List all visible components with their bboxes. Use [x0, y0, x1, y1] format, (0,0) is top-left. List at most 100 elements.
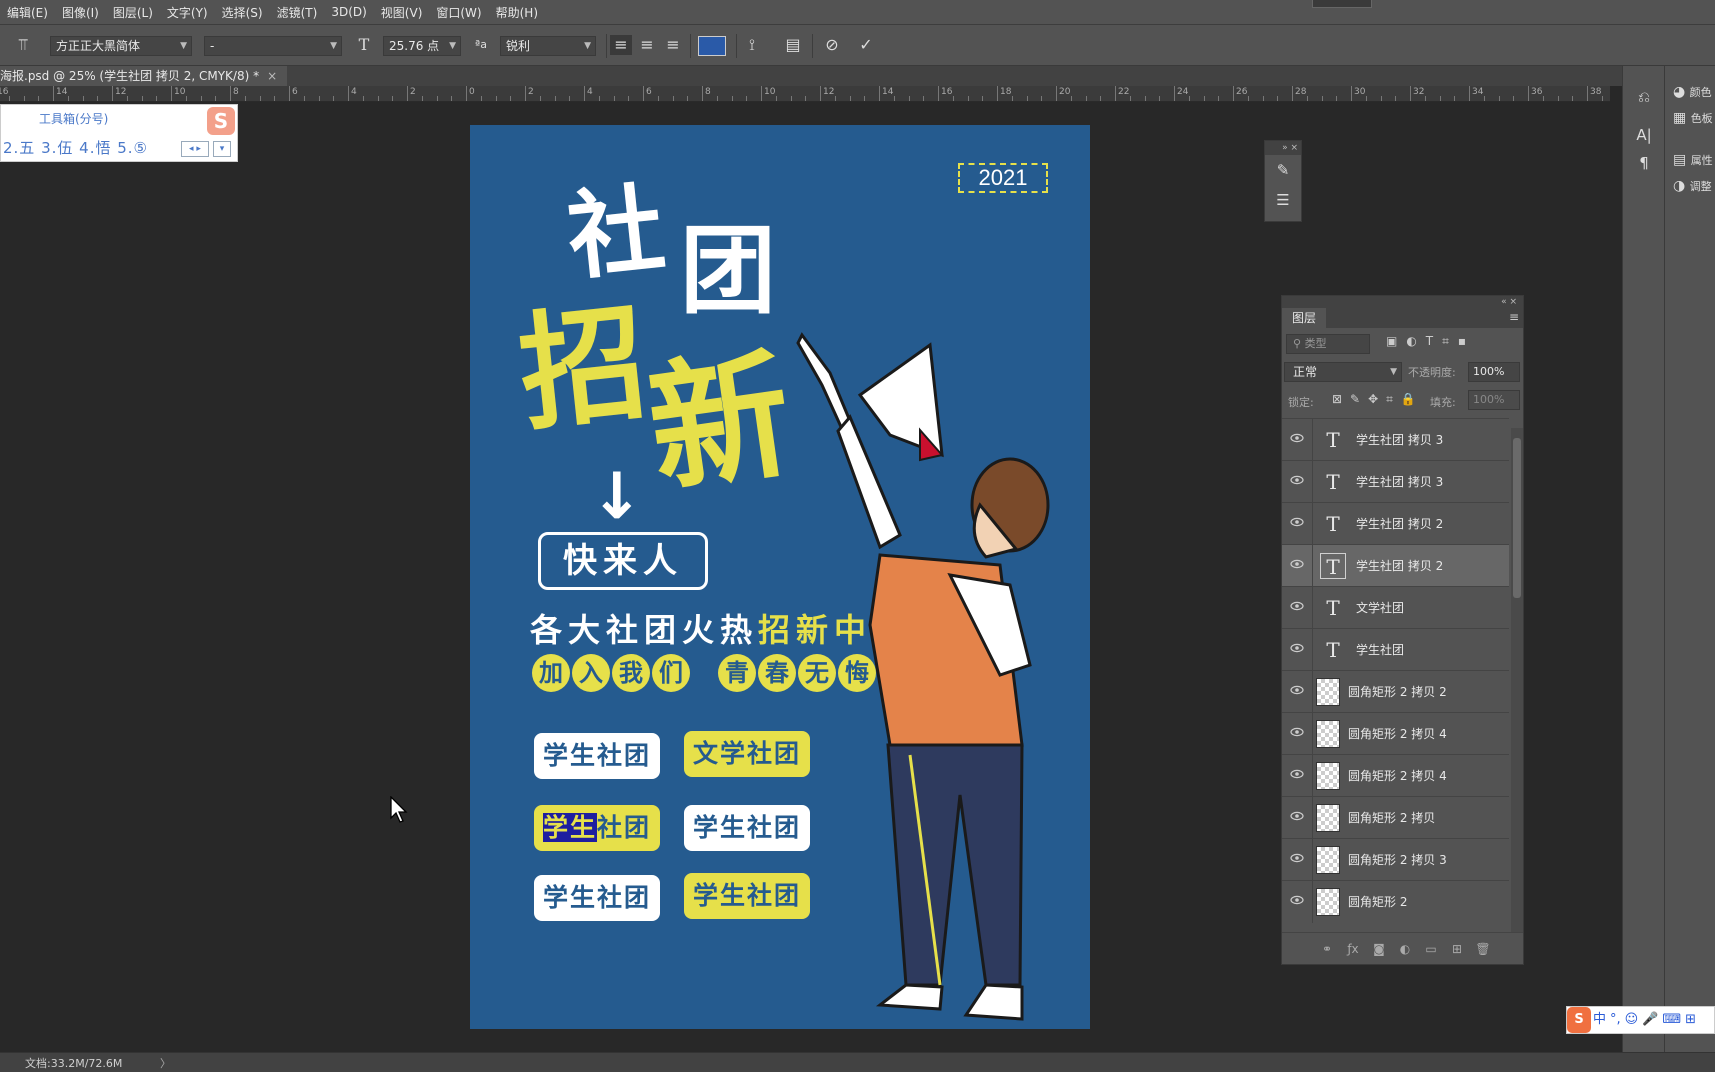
tag-student-club-1[interactable]: 学生社团	[534, 733, 660, 779]
visibility-eye-icon[interactable]	[1290, 685, 1304, 695]
character-panel-icon[interactable]: ▤	[782, 35, 804, 55]
align-right-icon[interactable]: ≡	[662, 35, 684, 55]
keyboard-icon[interactable]: ⌨	[1660, 1007, 1683, 1033]
visibility-eye-icon[interactable]	[1290, 727, 1304, 737]
blend-mode-select[interactable]: 正常 ▼	[1284, 362, 1402, 382]
menu-type[interactable]: 文字(Y)	[160, 4, 215, 21]
punctuation-icon[interactable]: °,	[1608, 1007, 1623, 1033]
new-group-icon[interactable]: ▭	[1418, 933, 1444, 965]
ime-language[interactable]: 中	[1591, 1007, 1608, 1033]
brush-settings-icon[interactable]: ✎	[1265, 155, 1301, 185]
opacity-input[interactable]: 100%	[1468, 362, 1520, 382]
lock-icons[interactable]: ⊠✎✥⌗🔒	[1332, 392, 1424, 407]
emoji-icon[interactable]: ☺	[1623, 1007, 1641, 1033]
visibility-eye-icon[interactable]	[1290, 517, 1304, 527]
add-mask-icon[interactable]: ◙	[1366, 933, 1392, 965]
align-center-icon[interactable]: ≡	[636, 35, 658, 55]
visibility-eye-icon[interactable]	[1290, 559, 1304, 569]
new-layer-icon[interactable]: ⊞	[1444, 933, 1470, 965]
visibility-eye-icon[interactable]	[1290, 475, 1304, 485]
layers-scrollbar[interactable]	[1511, 428, 1523, 932]
layer-row[interactable]: 圆角矩形 2 拷贝 4	[1282, 754, 1509, 797]
cancel-icon[interactable]: ⊘	[821, 35, 843, 55]
visibility-eye-icon[interactable]	[1290, 895, 1304, 905]
layer-row[interactable]: T 学生社团 拷贝 2	[1282, 502, 1509, 545]
ime-toolbox-label[interactable]: 工具箱(分号)	[39, 110, 108, 127]
font-family-select[interactable]: 方正正大黑简体 ▼	[50, 36, 192, 56]
adjustment-layer-icon[interactable]: ◐	[1392, 933, 1418, 965]
align-left-icon[interactable]: ≡	[610, 35, 632, 55]
font-size-select[interactable]: 25.76 点 ▼	[383, 36, 461, 56]
ruler-tick	[554, 96, 556, 101]
down-arrow-icon: ↓	[590, 460, 644, 534]
visibility-eye-icon[interactable]	[1290, 811, 1304, 821]
properties-panel-item[interactable]: ▤ 属性	[1673, 152, 1713, 168]
ime-page-arrows-icon[interactable]: ◂ ▸	[181, 141, 209, 157]
swatches-panel-item[interactable]: ▦ 色板	[1673, 110, 1713, 126]
character-icon[interactable]: A|	[1629, 126, 1659, 144]
ime-expand-icon[interactable]: ▾	[213, 141, 231, 157]
menu-filter[interactable]: 滤镜(T)	[270, 4, 325, 21]
layer-row[interactable]: T 学生社团 拷贝 3	[1282, 418, 1509, 461]
menu-help[interactable]: 帮助(H)	[489, 4, 545, 21]
tab-layers[interactable]: 图层	[1282, 308, 1327, 328]
panel-menu-icon[interactable]: ≡	[1509, 310, 1519, 324]
layer-row[interactable]: 圆角矩形 2 拷贝 3	[1282, 838, 1509, 881]
close-icon[interactable]: ×	[267, 69, 277, 83]
fx-icon[interactable]: ƒx	[1340, 933, 1366, 965]
visibility-eye-icon[interactable]	[1290, 853, 1304, 863]
menu-layer[interactable]: 图层(L)	[106, 4, 160, 21]
ruler-tick	[1026, 96, 1028, 101]
text-selection[interactable]: 学生	[542, 813, 597, 842]
color-panel-item[interactable]: ◕ 颜色	[1673, 84, 1712, 100]
layer-row[interactable]: 圆角矩形 2	[1282, 880, 1509, 923]
status-menu-arrow-icon[interactable]: 〉	[160, 1055, 171, 1071]
scrollbar-thumb[interactable]	[1513, 438, 1521, 598]
layer-filter-select[interactable]: ⚲ 类型	[1286, 334, 1370, 354]
sogou-logo-icon[interactable]: S	[1567, 1007, 1591, 1033]
link-layers-icon[interactable]: ⚭	[1314, 933, 1340, 965]
layer-row[interactable]: T 学生社团 拷贝 2	[1282, 544, 1509, 587]
panel-collapse-icon[interactable]: » ×	[1265, 141, 1301, 155]
tag-student-club-3[interactable]: 学生社团	[534, 875, 660, 921]
ruler-tick	[584, 86, 585, 101]
layer-row[interactable]: T 文学社团	[1282, 586, 1509, 629]
layer-row[interactable]: 圆角矩形 2 拷贝	[1282, 796, 1509, 839]
microphone-icon[interactable]: 🎤	[1640, 1007, 1660, 1033]
adjustments-sliders-icon[interactable]: ☰	[1265, 185, 1301, 215]
menu-select[interactable]: 选择(S)	[215, 4, 270, 21]
layer-row[interactable]: 圆角矩形 2 拷贝 2	[1282, 670, 1509, 713]
layer-row[interactable]: 圆角矩形 2 拷贝 4	[1282, 712, 1509, 755]
fill-input[interactable]: 100%	[1468, 390, 1520, 410]
text-orientation-icon[interactable]: ⫪	[12, 35, 34, 55]
menu-view[interactable]: 视图(V)	[374, 4, 430, 21]
commit-check-icon[interactable]: ✓	[855, 35, 877, 55]
tag-student-club-editing[interactable]: 学生社团	[534, 805, 660, 851]
antialias-select[interactable]: 锐利 ▼	[500, 36, 596, 56]
layer-row[interactable]: T 学生社团 拷贝 3	[1282, 460, 1509, 503]
warp-text-icon[interactable]: ⟟	[741, 35, 763, 55]
toolbox-icon[interactable]: ⊞	[1683, 1007, 1698, 1033]
ime-candidates[interactable]: 2.五 3.伍 4.悟 5.⑤	[3, 137, 148, 158]
history-icon[interactable]: ⎌	[1629, 88, 1659, 106]
text-color-swatch[interactable]	[698, 36, 726, 56]
visibility-eye-icon[interactable]	[1290, 769, 1304, 779]
layer-filter-icons[interactable]: ▣◐T⌗▪	[1386, 334, 1475, 349]
visibility-eye-icon[interactable]	[1290, 643, 1304, 653]
adjustments-panel-item[interactable]: ◑ 调整	[1673, 178, 1712, 194]
menu-window[interactable]: 窗口(W)	[429, 4, 488, 21]
font-style-select[interactable]: - ▼	[204, 36, 342, 56]
layer-row[interactable]: T 学生社团	[1282, 628, 1509, 671]
delete-layer-icon[interactable]: 🗑	[1470, 933, 1496, 965]
panel-collapse-icon[interactable]: « ×	[1282, 296, 1523, 308]
paragraph-icon[interactable]: ¶	[1629, 154, 1659, 172]
document-tab[interactable]: 海报.psd @ 25% (学生社团 拷贝 2, CMYK/8) * ×	[0, 66, 288, 86]
year-text[interactable]: 2021	[958, 163, 1048, 193]
ruler-tick	[790, 96, 792, 101]
menu-3d[interactable]: 3D(D)	[324, 5, 373, 19]
visibility-eye-icon[interactable]	[1290, 601, 1304, 611]
menu-edit[interactable]: 编辑(E)	[0, 4, 55, 21]
visibility-eye-icon[interactable]	[1290, 433, 1304, 443]
text-layer-icon: T	[1326, 428, 1340, 452]
menu-image[interactable]: 图像(I)	[55, 4, 106, 21]
